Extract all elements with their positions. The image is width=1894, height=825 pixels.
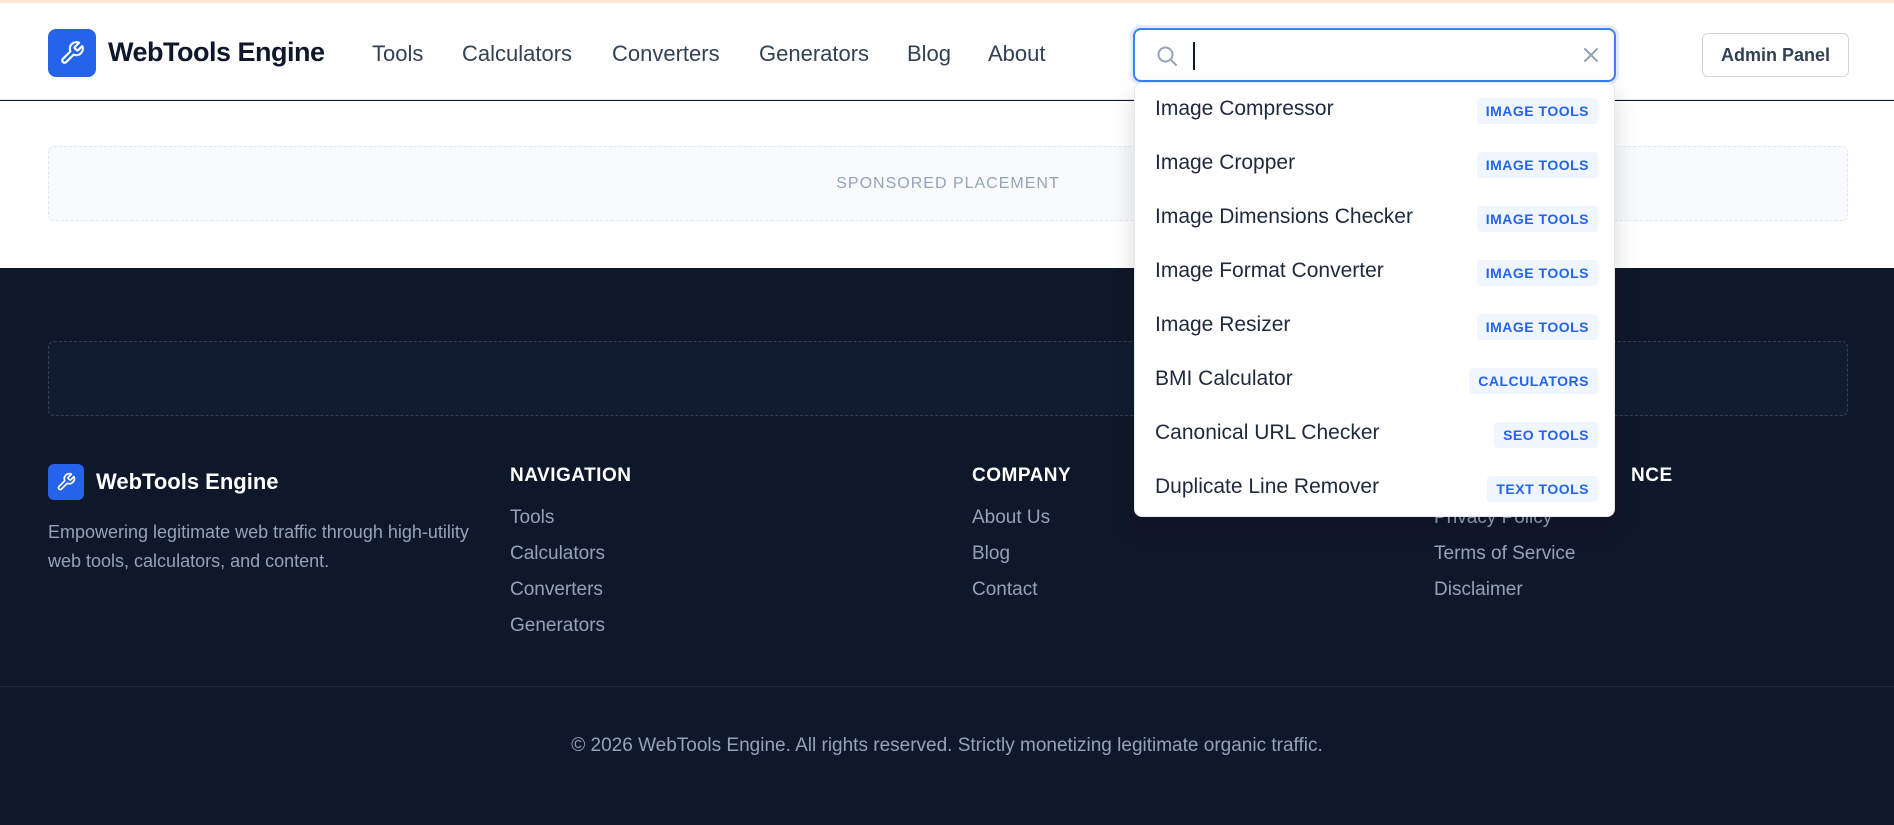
logo[interactable] [48, 29, 96, 77]
suggestion-label: Image Resizer [1155, 313, 1291, 336]
text-caret [1193, 42, 1195, 70]
wrench-icon [61, 41, 84, 64]
footer-link-about-us[interactable]: About Us [972, 507, 1050, 529]
footer-link-generators[interactable]: Generators [510, 615, 605, 637]
footer-heading-company: COMPANY [972, 465, 1072, 486]
category-badge: TEXT TOOLS [1487, 476, 1598, 502]
footer-link-disclaimer[interactable]: Disclaimer [1434, 579, 1523, 601]
suggestion-item[interactable]: Image Format Converter IMAGE TOOLS [1135, 245, 1616, 299]
suggestion-item[interactable]: BMI Calculator CALCULATORS [1135, 353, 1616, 407]
brand-name[interactable]: WebTools Engine [108, 37, 325, 68]
search-input[interactable] [1189, 40, 1549, 72]
admin-panel-button[interactable]: Admin Panel [1702, 33, 1849, 77]
category-badge: SEO TOOLS [1494, 422, 1598, 448]
nav-blog[interactable]: Blog [907, 41, 951, 67]
footer-divider [0, 686, 1894, 687]
nav-converters[interactable]: Converters [612, 41, 720, 67]
category-badge: IMAGE TOOLS [1476, 206, 1598, 232]
category-badge: IMAGE TOOLS [1476, 260, 1598, 286]
suggestion-label: Image Cropper [1155, 151, 1296, 174]
category-badge: IMAGE TOOLS [1476, 98, 1598, 124]
copyright-text: © 2026 WebTools Engine. All rights reser… [571, 735, 1323, 756]
footer-link-terms[interactable]: Terms of Service [1434, 543, 1575, 565]
footer-link-blog[interactable]: Blog [972, 543, 1010, 565]
search-suggestions-dropdown: Image Compressor IMAGE TOOLS Image Cropp… [1134, 82, 1615, 517]
category-badge: IMAGE TOOLS [1476, 152, 1598, 178]
category-badge: IMAGE TOOLS [1476, 314, 1598, 340]
suggestion-item[interactable]: Image Compressor IMAGE TOOLS [1135, 83, 1616, 137]
category-badge: CALCULATORS [1469, 368, 1598, 394]
footer-heading-compliance: NCE [1631, 465, 1673, 486]
suggestion-label: Image Format Converter [1155, 259, 1384, 282]
suggestion-label: Duplicate Line Remover [1155, 475, 1380, 498]
footer-link-tools[interactable]: Tools [510, 507, 554, 529]
footer-brand-name: WebTools Engine [96, 469, 279, 494]
wrench-icon [57, 472, 76, 491]
footer-link-converters[interactable]: Converters [510, 579, 603, 601]
suggestion-item[interactable]: Canonical URL Checker SEO TOOLS [1135, 407, 1616, 461]
suggestion-label: Image Compressor [1155, 97, 1334, 120]
footer-link-contact[interactable]: Contact [972, 579, 1037, 601]
footer-description: Empowering legitimate web traffic throug… [48, 522, 469, 571]
nav-generators[interactable]: Generators [759, 41, 869, 67]
suggestion-label: BMI Calculator [1155, 367, 1293, 390]
nav-tools[interactable]: Tools [372, 41, 423, 67]
suggestion-item[interactable]: Image Dimensions Checker IMAGE TOOLS [1135, 191, 1616, 245]
nav-about[interactable]: About [988, 41, 1046, 67]
suggestion-label: Canonical URL Checker [1155, 421, 1380, 444]
suggestion-item[interactable]: Image Cropper IMAGE TOOLS [1135, 137, 1616, 191]
search-box[interactable] [1133, 28, 1616, 82]
footer-logo [48, 464, 84, 500]
suggestion-item[interactable]: Duplicate Line Remover TEXT TOOLS [1135, 461, 1616, 515]
close-icon[interactable] [1582, 46, 1600, 64]
suggestion-label: Image Dimensions Checker [1155, 205, 1413, 228]
nav-calculators[interactable]: Calculators [462, 41, 572, 67]
search-icon [1157, 46, 1177, 66]
footer-heading-navigation: NAVIGATION [510, 465, 632, 486]
footer-link-calculators[interactable]: Calculators [510, 543, 605, 565]
suggestion-item[interactable]: Image Resizer IMAGE TOOLS [1135, 299, 1616, 353]
